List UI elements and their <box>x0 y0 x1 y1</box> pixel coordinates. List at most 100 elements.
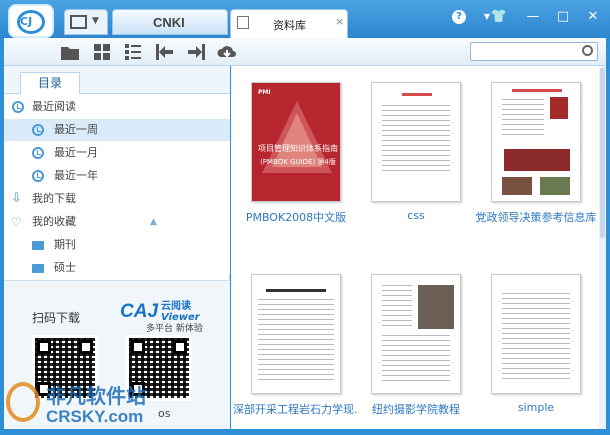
document-name[interactable]: simple <box>473 401 599 414</box>
page-image <box>550 97 568 119</box>
vertical-scrollbar[interactable] <box>599 66 606 429</box>
caj-cn-label: 云阅读 <box>161 301 191 312</box>
tree-item-label: 最近阅读 <box>32 100 76 113</box>
catalog-tree: 最近阅读 最近一周 最近一月 最近一年 ⇩ 我的下载 ♡ 我的收藏 ▲ 期刊 硕… <box>4 94 230 274</box>
watermark-logo <box>6 382 40 422</box>
cloud-download-icon[interactable] <box>216 42 238 62</box>
help-button[interactable]: ? <box>452 10 466 24</box>
tab-list-button[interactable]: ▼ <box>64 9 108 35</box>
close-tab-icon[interactable]: × <box>335 15 344 28</box>
clock-icon <box>12 101 24 113</box>
sidebar-header: 目录 <box>4 66 230 95</box>
heart-icon: ♡ <box>11 215 22 229</box>
document-item[interactable]: 深部开采工程岩石力学现... <box>233 258 359 416</box>
tree-item-downloads[interactable]: ⇩ 我的下载 <box>4 188 230 210</box>
page-text-lines <box>502 293 570 383</box>
clock-icon <box>32 124 44 136</box>
close-button[interactable]: ✕ <box>580 7 606 27</box>
folder-icon <box>32 241 44 250</box>
document-cover <box>371 82 461 202</box>
tree-item-label: 期刊 <box>54 238 76 251</box>
download-icon: ⇩ <box>11 191 22 206</box>
minimize-button[interactable]: — <box>520 7 546 27</box>
tree-item-recent[interactable]: 最近阅读 <box>4 96 230 118</box>
page-text-lines <box>502 99 544 139</box>
page-heading-line <box>402 93 432 96</box>
skin-button[interactable]: 👕 <box>486 7 512 27</box>
page-text-lines <box>382 285 412 329</box>
import-icon[interactable] <box>154 42 176 62</box>
tree-item-recent-year[interactable]: 最近一年 <box>4 165 230 187</box>
page-text-lines <box>382 105 450 175</box>
logo-mark: CJ <box>20 15 33 28</box>
watermark-en: CRSKY.com <box>46 407 144 426</box>
book-icon <box>237 16 249 29</box>
tree-item-label: 最近一年 <box>54 169 98 182</box>
document-name[interactable]: 党政领导决策参考信息库 <box>473 209 599 225</box>
tree-item-label: 我的下载 <box>32 192 76 205</box>
document-cover <box>491 274 581 394</box>
clock-icon <box>32 147 44 159</box>
chevron-down-icon: ▼ <box>92 16 99 26</box>
caj-tagline: 多平台 新体验 <box>146 324 203 334</box>
tree-item-recent-week[interactable]: 最近一周 <box>4 119 230 141</box>
search-icon <box>582 45 593 56</box>
app-logo[interactable]: CJ <box>8 4 54 38</box>
scan-download-label: 扫码下载 <box>32 311 81 325</box>
tree-item-journals[interactable]: 期刊 <box>4 234 230 256</box>
title-bar: CJ ▼ CNKI 资料库 × ? ▼ 👕 — □ ✕ <box>0 0 610 38</box>
tree-item-recent-month[interactable]: 最近一月 <box>4 142 230 164</box>
list-view-icon[interactable] <box>122 42 144 62</box>
caj-logo: CAJ <box>120 301 159 322</box>
document-item[interactable]: 纽约摄影学院教程 <box>353 258 465 416</box>
sidebar: 目录 最近阅读 最近一周 最近一月 最近一年 ⇩ 我的下载 ♡ 我的收藏 ▲ 期… <box>4 66 230 429</box>
cover-subtitle: (PMBOK GUIDE) 第4版 <box>260 158 336 166</box>
document-name[interactable]: css <box>353 209 479 222</box>
tree-item-label: 我的收藏 <box>32 215 76 228</box>
page-heading-line <box>512 89 562 92</box>
tree-item-label: 硕士 <box>54 261 76 274</box>
document-item[interactable]: 党政领导决策参考信息库 <box>473 66 597 224</box>
grid-view-icon[interactable] <box>91 42 113 62</box>
document-cover <box>371 274 461 394</box>
document-cover <box>251 274 341 394</box>
export-icon[interactable] <box>185 42 207 62</box>
cnki-tab-label: CNKI <box>153 15 185 30</box>
toolbar <box>4 38 606 66</box>
open-folder-icon[interactable] <box>60 42 82 62</box>
page-heading-line <box>266 289 326 292</box>
collapse-triangle-icon[interactable]: ▲ <box>150 211 157 233</box>
scrollbar-thumb[interactable] <box>600 68 605 238</box>
search-input[interactable] <box>470 42 598 61</box>
tree-item-masters[interactable]: 硕士 <box>4 257 230 279</box>
folder-icon <box>32 264 44 273</box>
site-watermark: 非凡软件站 CRSKY.com <box>6 380 166 432</box>
page-photo <box>418 285 454 329</box>
document-name[interactable]: 深部开采工程岩石力学现... <box>233 401 359 417</box>
maximize-button[interactable]: □ <box>550 7 576 27</box>
tree-item-label: 最近一月 <box>54 146 98 159</box>
tab-cnki[interactable]: CNKI <box>112 9 228 35</box>
page-photo <box>502 177 532 195</box>
bookshelf-icon <box>70 15 87 29</box>
document-name[interactable]: PMBOK2008中文版 <box>233 209 359 225</box>
page-text-lines <box>382 335 450 385</box>
page-text-lines <box>258 299 334 383</box>
tree-item-label: 最近一周 <box>54 123 98 136</box>
document-grid: PMI 项目管理知识体系指南 (PMBOK GUIDE) 第4版 PMBOK20… <box>231 66 599 429</box>
tree-item-favorites[interactable]: ♡ 我的收藏 ▲ <box>4 211 230 233</box>
document-item[interactable]: PMI 项目管理知识体系指南 (PMBOK GUIDE) 第4版 PMBOK20… <box>233 66 346 224</box>
document-item[interactable]: css <box>353 66 465 222</box>
document-name[interactable]: 纽约摄影学院教程 <box>353 401 479 417</box>
clock-icon <box>32 170 44 182</box>
page-photo <box>504 149 570 171</box>
pmi-logo: PMI <box>258 89 271 96</box>
caj-viewer-label: 云阅读 Viewer <box>161 301 200 323</box>
document-item[interactable]: simple <box>473 258 585 414</box>
cover-title: 项目管理知识体系指南 <box>258 144 338 153</box>
document-cover: PMI 项目管理知识体系指南 (PMBOK GUIDE) 第4版 <box>251 82 341 202</box>
library-tab-label: 资料库 <box>273 19 306 32</box>
watermark-cn: 非凡软件站 <box>46 386 146 408</box>
tab-library[interactable]: 资料库 × <box>230 9 348 38</box>
tab-catalog[interactable]: 目录 <box>20 72 80 95</box>
